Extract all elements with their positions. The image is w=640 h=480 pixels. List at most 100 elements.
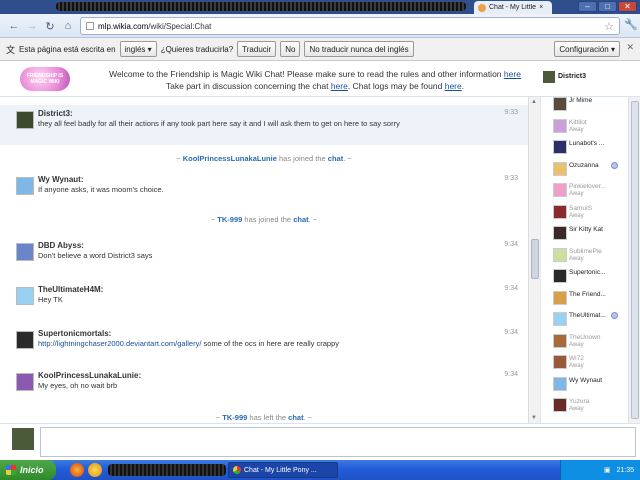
reload-icon[interactable]: ↻ (42, 18, 58, 34)
page-icon (86, 22, 94, 30)
user-list-item[interactable]: Kittilot Away (541, 115, 628, 139)
private-chat-icon[interactable] (611, 161, 618, 169)
message-scrollbar[interactable]: ▲ ▼ (528, 97, 540, 423)
user-list-item[interactable]: Pinkielover... Away (541, 179, 628, 203)
message-body: they all feel badly for all their action… (38, 119, 400, 128)
user-list-item[interactable]: SamuIS Away (541, 201, 628, 225)
home-icon[interactable]: ⌂ (60, 18, 76, 34)
user-name: Yuzura (569, 398, 590, 405)
user-status: Away (569, 212, 584, 219)
logs-link[interactable]: here (445, 81, 462, 91)
redacted-area (56, 2, 466, 11)
chrome-icon (233, 466, 241, 474)
browser-tab[interactable]: Chat - My Little × (474, 1, 552, 14)
avatar[interactable] (16, 243, 34, 261)
wiki-logo[interactable]: FRIENDSHIP IS MAGIC WIKI (20, 67, 70, 91)
forward-icon[interactable]: → (24, 18, 40, 34)
chat-input[interactable] (40, 427, 636, 457)
message-body: Don't believe a word District3 says (38, 251, 153, 260)
user-list-item[interactable]: Wy Wynaut (541, 373, 628, 397)
discussion-link[interactable]: here (331, 81, 348, 91)
userlist-scrollbar[interactable] (628, 97, 640, 423)
avatar[interactable] (16, 111, 34, 129)
chat-message: Wy Wynaut: If anyone asks, it was moom's … (0, 171, 528, 209)
alert-chat-link[interactable]: chat (293, 215, 308, 224)
user-list-item[interactable]: Supertonic... (541, 265, 628, 289)
scroll-thumb[interactable] (531, 239, 539, 279)
translate-icon: 文 (6, 44, 16, 55)
message-list: District3: they all feel badly for all th… (0, 97, 528, 423)
user-list-item[interactable]: Wi72 Away (541, 351, 628, 375)
message-username[interactable]: Wy Wynaut: (38, 175, 83, 184)
translate-button[interactable]: Traducir (237, 41, 277, 57)
avatar (553, 269, 567, 283)
avatar (553, 204, 567, 219)
user-list-item[interactable]: Ozuzanna (541, 158, 628, 182)
network-icon[interactable]: ▣ (604, 466, 611, 474)
taskbar-item-chrome[interactable]: Chat - My Little Pony ... (228, 462, 338, 478)
avatar (543, 71, 555, 83)
message-username[interactable]: DBD Abyss: (38, 241, 84, 250)
alert-username[interactable]: KoolPrincessLunakaLunie (183, 154, 277, 163)
user-name: Pinkielover... (569, 183, 606, 190)
alert-text: has joined the (242, 215, 294, 224)
current-user-name: District3 (558, 73, 587, 80)
start-button[interactable]: Inicio (0, 460, 56, 480)
user-list-item[interactable]: Lunabot's ... (541, 136, 628, 160)
bookmark-star-icon[interactable]: ☆ (604, 20, 614, 33)
firefox-icon[interactable] (70, 463, 84, 477)
alert-username[interactable]: TK-999 (222, 413, 247, 422)
message-username[interactable]: District3: (38, 109, 73, 118)
user-name: SublimePie (569, 247, 602, 255)
alert-text: . ~ (308, 215, 318, 224)
user-list-item[interactable]: TheUltimat... (541, 308, 628, 332)
alert-chat-link[interactable]: chat (288, 413, 303, 422)
no-button[interactable]: No (280, 41, 301, 57)
user-status: Away (569, 191, 584, 197)
address-bar[interactable]: mlp.wikia.com/wiki/Special:Chat ☆ (80, 17, 620, 35)
tab-title: Chat - My Little (489, 4, 537, 11)
avatar[interactable] (16, 287, 34, 305)
user-list: Jr Mime Kittilot Away Lunabot's ... Ozuzanna… (540, 97, 628, 423)
folder-icon[interactable] (88, 463, 102, 477)
close-translate-icon[interactable]: ✕ (626, 42, 634, 53)
scroll-up-icon[interactable]: ▲ (531, 99, 537, 105)
user-list-item[interactable]: SublimePie Away (541, 244, 628, 268)
user-name: Wy Wynaut (569, 376, 603, 384)
user-list-item[interactable]: Yuzura Away (541, 394, 628, 418)
tab-close-icon[interactable]: × (539, 4, 543, 11)
never-translate-button[interactable]: No traducir nunca del inglés (304, 41, 414, 57)
language-select[interactable]: inglés ▾ (119, 41, 157, 57)
message-link[interactable]: http://lightningchaser2000.deviantart.co… (38, 339, 201, 348)
alert-username[interactable]: TK-999 (217, 215, 242, 224)
chat-message: DBD Abyss: Don't believe a word District3… (0, 237, 528, 281)
scroll-down-icon[interactable]: ▼ (531, 415, 537, 421)
avatar[interactable] (16, 331, 34, 349)
message-body: some of the ocs in here are really crapp… (201, 339, 340, 348)
close-window-button[interactable]: ✕ (618, 1, 637, 12)
user-list-item[interactable]: Sir Kitty Kat (541, 222, 628, 246)
avatar (553, 398, 567, 412)
scroll-thumb[interactable] (631, 101, 639, 419)
private-chat-icon[interactable] (611, 312, 618, 319)
maximize-button[interactable]: □ (598, 1, 617, 12)
config-button[interactable]: Configuración ▾ (554, 41, 620, 57)
windows-taskbar: Inicio Chat - My Little Pony ... ▣ 21:35 (0, 460, 640, 480)
url-text: mlp.wikia.com/wiki/Special:Chat (98, 21, 212, 31)
alert-chat-link[interactable]: chat (328, 154, 343, 163)
user-list-item[interactable]: The Friend... (541, 287, 628, 311)
user-list-item[interactable]: TheUnown Away (541, 330, 628, 354)
message-username[interactable]: TheUltimateH4M: (38, 285, 103, 294)
wrench-icon[interactable]: 🔧 (624, 18, 638, 31)
avatar[interactable] (16, 177, 34, 195)
message-username[interactable]: Supertonicmortals: (38, 329, 111, 338)
rules-link[interactable]: here (504, 69, 521, 79)
user-name: Jr Mime (569, 97, 593, 104)
avatar (553, 226, 567, 240)
message-username[interactable]: KoolPrincessLunakaLunie: (38, 371, 141, 380)
back-icon[interactable]: ← (6, 18, 22, 34)
message-time: 9:34 (504, 371, 518, 378)
avatar[interactable] (16, 373, 34, 391)
user-name: SamuIS (569, 204, 593, 212)
minimize-button[interactable]: ‒ (578, 1, 597, 12)
